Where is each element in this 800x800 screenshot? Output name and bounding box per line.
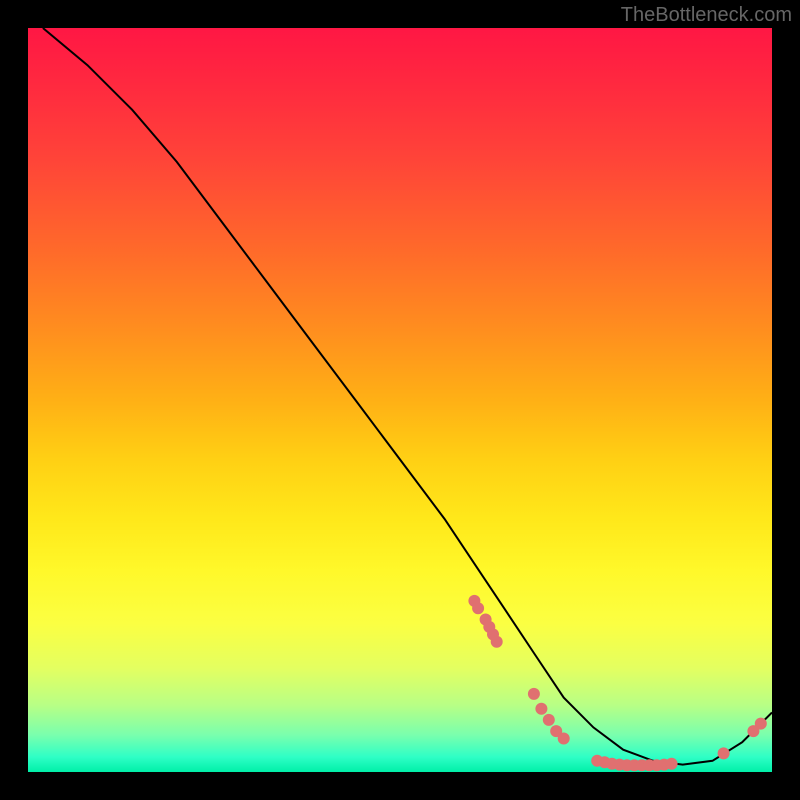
watermark-text: TheBottleneck.com xyxy=(621,4,792,27)
data-marker xyxy=(528,688,540,700)
data-marker xyxy=(558,733,570,745)
data-marker xyxy=(718,747,730,759)
data-marker xyxy=(543,714,555,726)
data-marker xyxy=(491,636,503,648)
data-marker xyxy=(535,703,547,715)
curve-line xyxy=(43,28,772,765)
plot-area xyxy=(28,28,772,772)
data-marker xyxy=(755,718,767,730)
data-marker xyxy=(666,758,678,770)
data-marker xyxy=(472,602,484,614)
chart-svg xyxy=(28,28,772,772)
